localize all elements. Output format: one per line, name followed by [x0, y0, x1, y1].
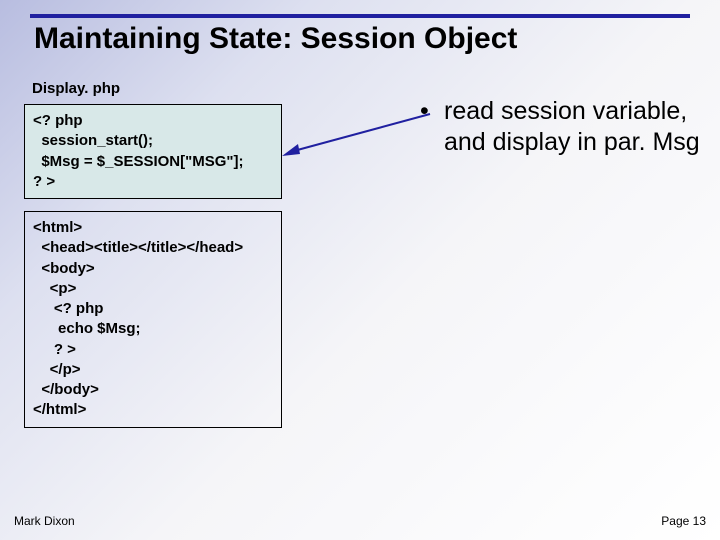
title-text: Maintaining State: Session Object — [34, 22, 517, 55]
code-block-php: <? php session_start(); $Msg = $_SESSION… — [24, 104, 282, 199]
title-rule — [30, 14, 690, 18]
footer-page: Page 13 — [661, 514, 706, 528]
filename-label: Display. php — [32, 80, 120, 97]
footer-author: Mark Dixon — [14, 514, 75, 528]
page-title: Maintaining State: Session Object — [34, 22, 517, 56]
arrow-icon — [282, 110, 432, 160]
code-block-html: <html> <head><title></title></head> <bod… — [24, 211, 282, 428]
bullet-item: • read session variable, and display in … — [420, 96, 704, 159]
bullet-dot: • — [420, 96, 429, 127]
bullet-text: read session variable, and display in pa… — [444, 96, 704, 159]
